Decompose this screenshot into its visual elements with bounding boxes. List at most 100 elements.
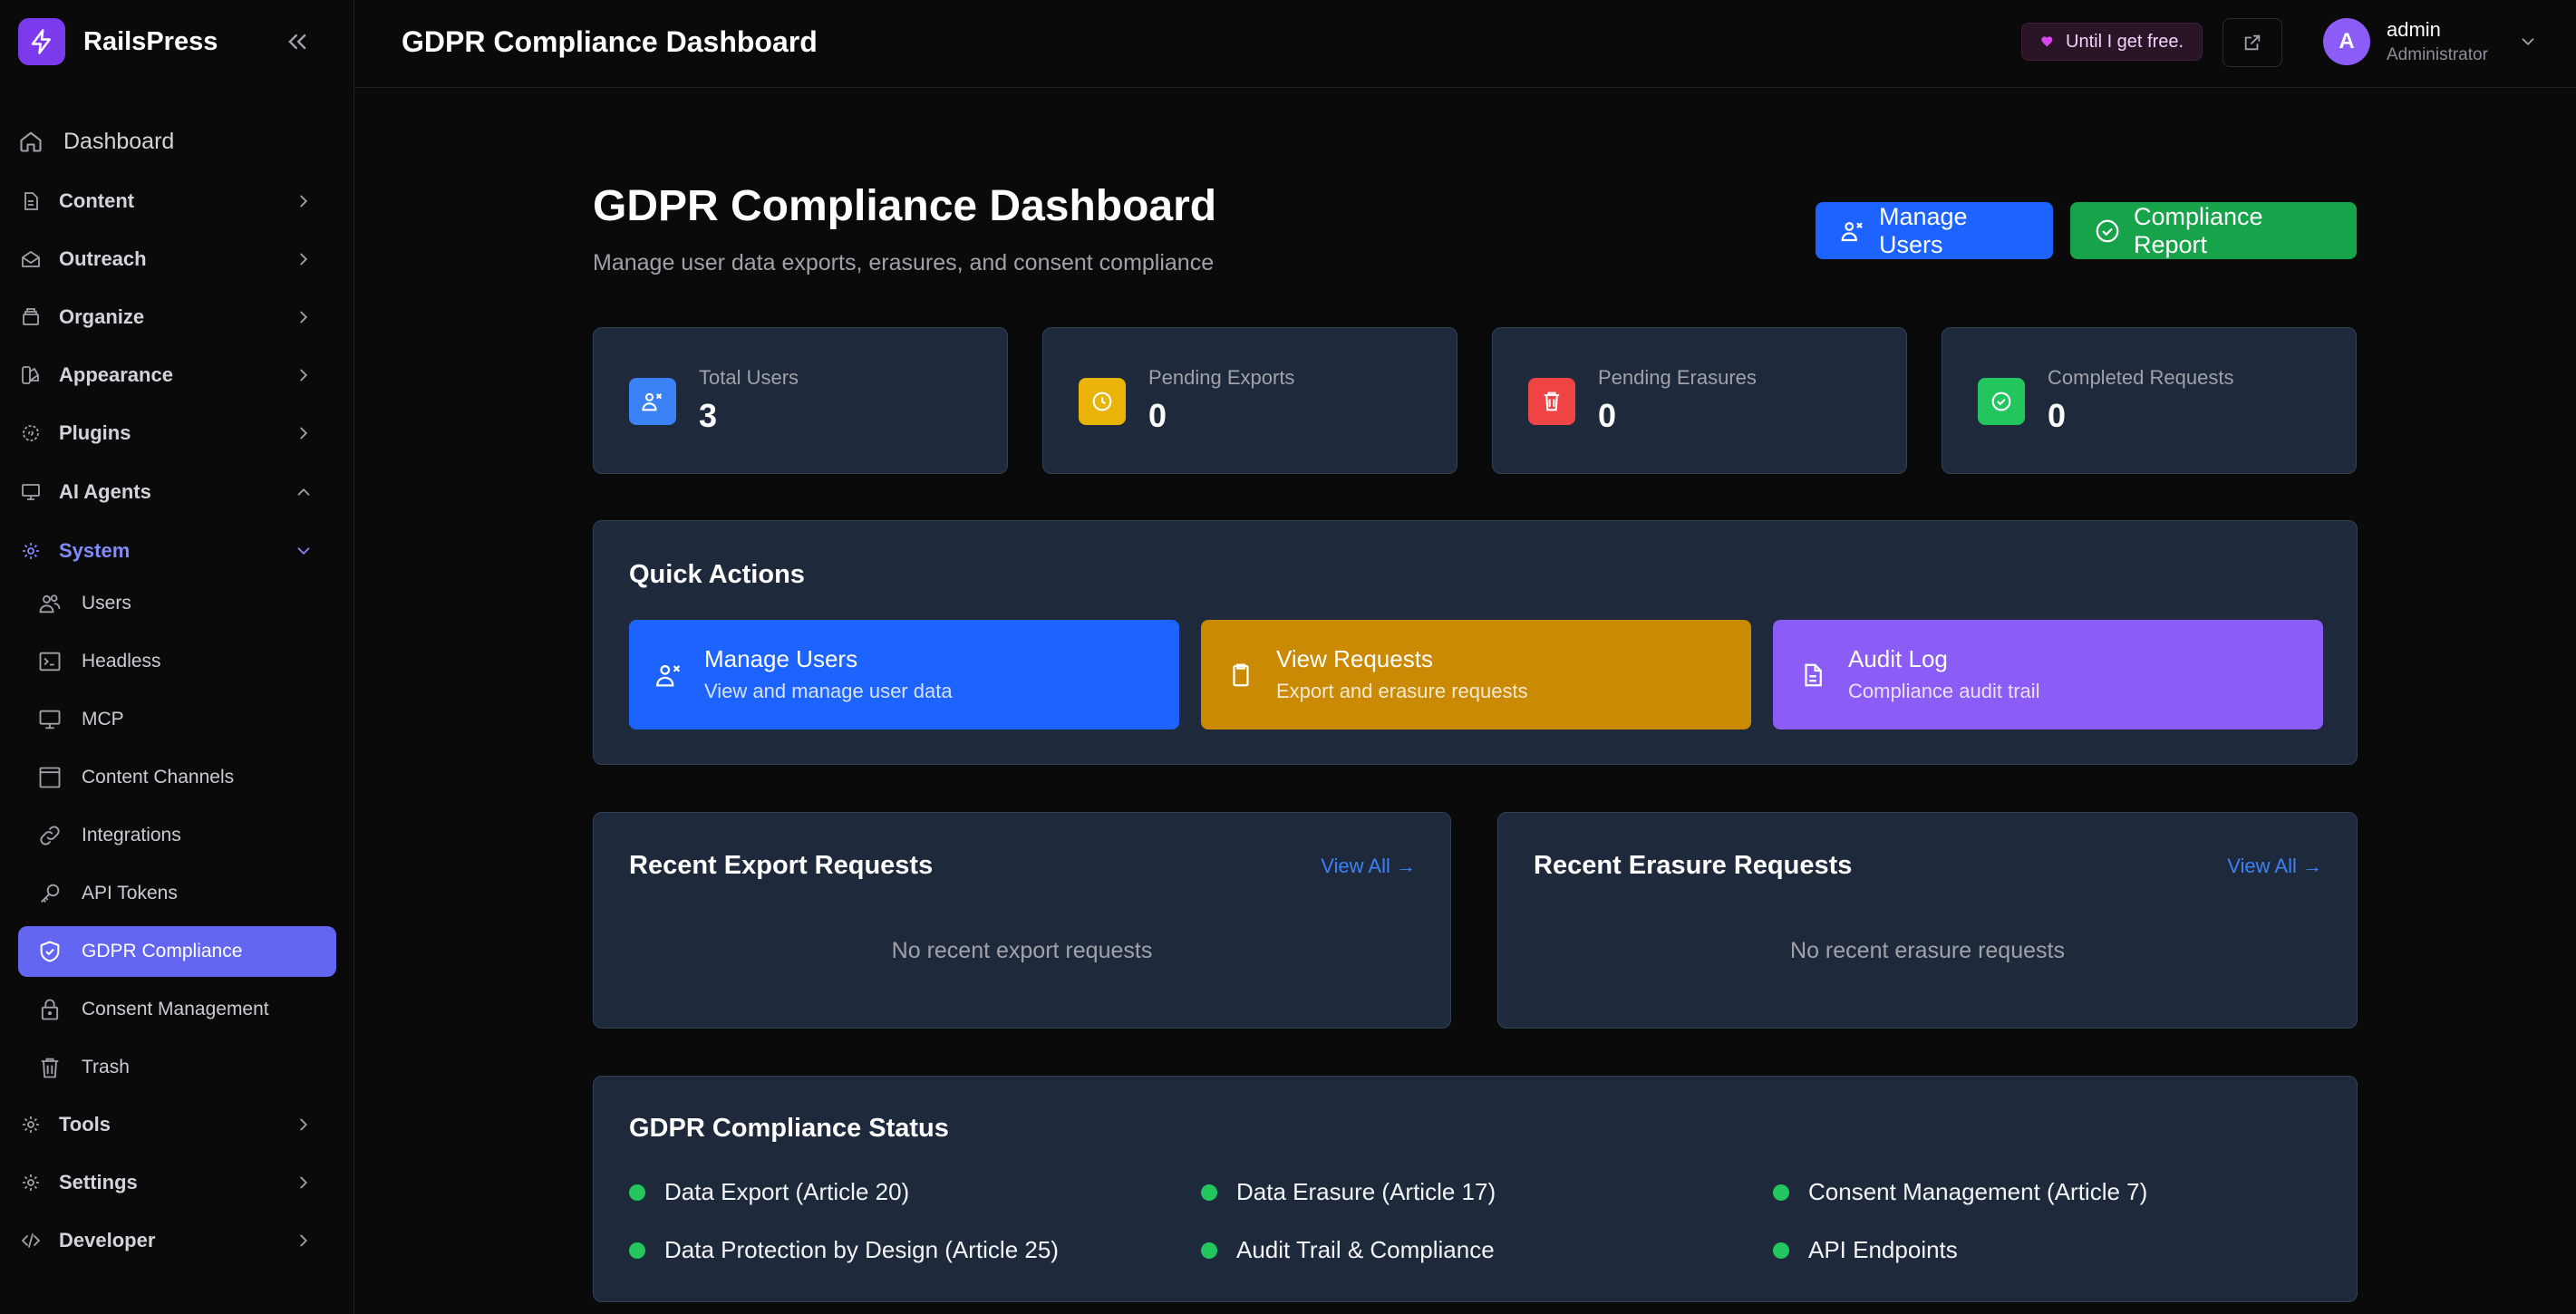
sidebar-item-content-channels[interactable]: Content Channels	[18, 752, 336, 803]
stat-card-pending-exports: Pending Exports 0	[1042, 327, 1457, 474]
sidebar-item-label: Settings	[59, 1171, 138, 1193]
compliance-status-heading: GDPR Compliance Status	[629, 1114, 949, 1143]
quick-action-desc: View and manage user data	[704, 680, 953, 702]
document-icon	[1796, 658, 1830, 692]
chevron-up-icon	[291, 479, 316, 505]
monitor-icon	[18, 479, 44, 505]
chevron-down-icon[interactable]	[2515, 29, 2541, 54]
status-dot	[1201, 1184, 1217, 1201]
status-item: Audit Trail & Compliance	[1201, 1236, 1495, 1264]
quick-actions-card: Quick Actions Manage Users View and mana…	[593, 520, 2358, 765]
quick-action-view-requests[interactable]: View Requests Export and erasure request…	[1201, 620, 1751, 729]
stat-label: Completed Requests	[2048, 366, 2234, 389]
quick-action-title: Manage Users	[704, 645, 858, 672]
sidebar-item-label: Integrations	[82, 825, 181, 845]
collapse-sidebar-icon[interactable]	[281, 25, 314, 58]
window-icon	[36, 764, 63, 791]
manage-users-button[interactable]: Manage Users	[1816, 202, 2053, 259]
avatar[interactable]: A	[2323, 18, 2370, 65]
page-subtitle: Manage user data exports, erasures, and …	[593, 250, 1215, 275]
compliance-status-card: GDPR Compliance Status Data Export (Arti…	[593, 1076, 2358, 1302]
status-label: API Endpoints	[1808, 1236, 1958, 1263]
page-title: GDPR Compliance Dashboard	[593, 182, 1217, 230]
sidebar-item-label: API Tokens	[82, 883, 178, 903]
top-bar-title: GDPR Compliance Dashboard	[402, 25, 818, 58]
users-icon	[1839, 217, 1866, 245]
sidebar-item-consent-management[interactable]: Consent Management	[18, 984, 336, 1035]
quick-action-manage-users[interactable]: Manage Users View and manage user data	[629, 620, 1179, 729]
sponsor-badge[interactable]: Until I get free.	[2021, 23, 2203, 61]
sidebar-item-developer[interactable]: Developer	[18, 1215, 336, 1266]
user-role: Administrator	[2387, 45, 2488, 64]
quick-action-desc: Export and erasure requests	[1276, 680, 1528, 702]
status-label: Data Protection by Design (Article 25)	[664, 1236, 1059, 1263]
chevron-down-icon	[291, 538, 316, 564]
stat-label: Pending Exports	[1148, 366, 1295, 389]
monitor-icon	[36, 706, 63, 733]
sidebar-item-dashboard[interactable]: Dashboard	[18, 116, 336, 167]
sidebar-item-ai-agents[interactable]: AI Agents	[18, 467, 336, 517]
sidebar-item-label: GDPR Compliance	[82, 941, 243, 961]
status-dot	[629, 1242, 645, 1259]
sidebar-item-trash[interactable]: Trash	[18, 1042, 336, 1093]
chevron-right-icon	[291, 246, 316, 272]
mail-open-icon	[18, 246, 44, 272]
recent-export-heading: Recent Export Requests	[629, 851, 934, 880]
status-label: Audit Trail & Compliance	[1236, 1236, 1495, 1263]
swatch-icon	[18, 362, 44, 388]
open-site-button[interactable]	[2223, 18, 2282, 67]
users-icon	[36, 590, 63, 617]
sidebar-item-outreach[interactable]: Outreach	[18, 234, 336, 285]
sidebar-item-label: Consent Management	[82, 999, 269, 1019]
sidebar-item-appearance[interactable]: Appearance	[18, 350, 336, 401]
sidebar-item-plugins[interactable]: Plugins	[18, 408, 336, 459]
empty-state: No recent erasure requests	[1790, 938, 2065, 963]
status-dot	[1773, 1242, 1789, 1259]
chevron-right-icon	[291, 420, 316, 446]
brand[interactable]: RailsPress	[18, 18, 218, 65]
quick-action-audit-log[interactable]: Audit Log Compliance audit trail	[1773, 620, 2323, 729]
sidebar-item-organize[interactable]: Organize	[18, 292, 336, 343]
sidebar-item-headless[interactable]: Headless	[18, 636, 336, 687]
trash-icon	[1528, 378, 1575, 425]
sidebar-item-settings[interactable]: Settings	[18, 1157, 336, 1208]
file-icon	[18, 188, 44, 214]
sidebar-item-integrations[interactable]: Integrations	[18, 810, 336, 861]
shield-check-icon	[36, 938, 63, 965]
quick-action-desc: Compliance audit trail	[1848, 680, 2040, 702]
view-all-exports-link[interactable]: View All →	[1321, 855, 1416, 878]
sidebar-item-api-tokens[interactable]: API Tokens	[18, 868, 336, 919]
status-dot	[1773, 1184, 1789, 1201]
stat-value: 3	[699, 397, 718, 434]
sidebar-item-gdpr-compliance[interactable]: GDPR Compliance	[18, 926, 336, 977]
sidebar-item-label: Plugins	[59, 421, 131, 444]
users-icon	[629, 378, 676, 425]
user-name[interactable]: admin	[2387, 18, 2441, 42]
check-circle-icon	[2094, 217, 2121, 245]
view-all-erasures-link[interactable]: View All →	[2227, 855, 2322, 878]
compliance-report-button[interactable]: Compliance Report	[2070, 202, 2357, 259]
sidebar-item-label: Appearance	[59, 363, 173, 386]
stat-card-total-users: Total Users 3	[593, 327, 1008, 474]
sidebar-item-system[interactable]: System	[18, 526, 336, 576]
status-dot	[1201, 1242, 1217, 1259]
sponsor-text: Until I get free.	[2066, 31, 2184, 52]
stat-label: Pending Erasures	[1598, 366, 1757, 389]
stat-card-pending-erasures: Pending Erasures 0	[1492, 327, 1907, 474]
heart-icon	[2040, 34, 2055, 49]
sidebar-item-label: Dashboard	[63, 128, 175, 154]
chevron-right-icon	[291, 362, 316, 388]
stat-card-completed-requests: Completed Requests 0	[1942, 327, 2357, 474]
status-item: API Endpoints	[1773, 1236, 1958, 1264]
sidebar-item-content[interactable]: Content	[18, 176, 336, 227]
chevron-right-icon	[291, 1112, 316, 1137]
terminal-icon	[36, 648, 63, 675]
stat-label: Total Users	[699, 366, 799, 389]
sidebar-item-mcp[interactable]: MCP	[18, 694, 336, 745]
sidebar-item-label: Headless	[82, 651, 161, 671]
quick-action-title: View Requests	[1276, 645, 1433, 672]
status-item: Data Protection by Design (Article 25)	[629, 1236, 1059, 1264]
sidebar-item-tools[interactable]: Tools	[18, 1099, 336, 1150]
sidebar-item-users[interactable]: Users	[18, 578, 336, 629]
quick-actions-heading: Quick Actions	[629, 560, 805, 589]
